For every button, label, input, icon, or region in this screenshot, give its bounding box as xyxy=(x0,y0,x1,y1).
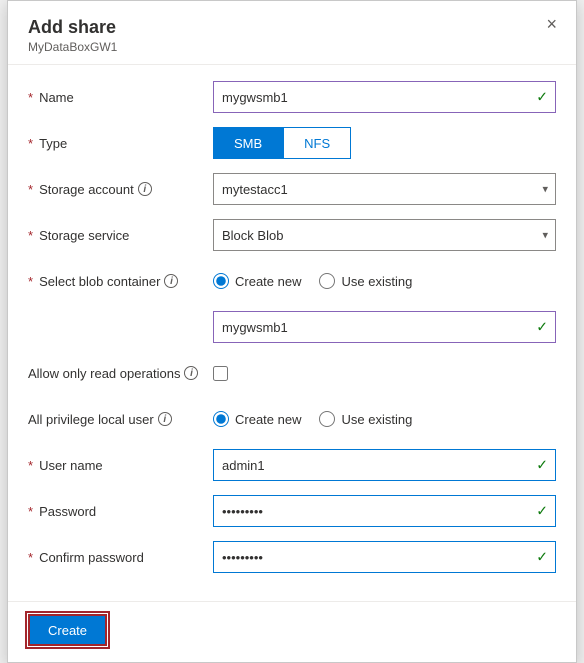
storage-account-select[interactable]: mytestacc1 xyxy=(213,173,556,205)
type-nfs-button[interactable]: NFS xyxy=(283,127,351,159)
storage-account-control: mytestacc1 ▾ xyxy=(213,173,556,205)
blob-required-star: * xyxy=(28,274,33,289)
storage-account-info-icon: i xyxy=(138,182,152,196)
username-input-wrapper: ✓ xyxy=(213,449,556,481)
privilege-create-new-radio[interactable] xyxy=(213,411,229,427)
type-toggle: SMB NFS xyxy=(213,127,556,159)
privilege-use-existing-label: Use existing xyxy=(341,412,412,427)
confirm-password-input-wrapper: ✓ xyxy=(213,541,556,573)
privilege-control: Create new Use existing xyxy=(213,411,556,427)
storage-account-required-star: * xyxy=(28,182,33,197)
privilege-row: All privilege local user i Create new Us… xyxy=(28,403,556,435)
password-input-wrapper: ✓ xyxy=(213,495,556,527)
privilege-use-existing-option[interactable]: Use existing xyxy=(319,411,412,427)
storage-service-select-wrapper: Block Blob Page Blob Azure Files ▾ xyxy=(213,219,556,251)
dialog-footer: Create xyxy=(8,601,576,662)
name-check-icon: ✓ xyxy=(536,89,548,106)
blob-container-input[interactable] xyxy=(213,311,556,343)
storage-service-row: * Storage service Block Blob Page Blob A… xyxy=(28,219,556,251)
dialog-header: Add share MyDataBoxGW1 × xyxy=(8,1,576,65)
type-smb-button[interactable]: SMB xyxy=(213,127,283,159)
blob-container-label: * Select blob container i xyxy=(28,274,213,289)
confirm-password-check-icon: ✓ xyxy=(536,549,548,566)
name-control: ✓ xyxy=(213,81,556,113)
blob-container-control: Create new Use existing xyxy=(213,273,556,289)
username-check-icon: ✓ xyxy=(536,457,548,474)
storage-account-select-wrapper: mytestacc1 ▾ xyxy=(213,173,556,205)
type-control: SMB NFS xyxy=(213,127,556,159)
confirm-password-input[interactable] xyxy=(213,541,556,573)
blob-use-existing-radio[interactable] xyxy=(319,273,335,289)
storage-account-row: * Storage account i mytestacc1 ▾ xyxy=(28,173,556,205)
storage-service-label: * Storage service xyxy=(28,228,213,243)
read-ops-control xyxy=(213,366,556,381)
privilege-label: All privilege local user i xyxy=(28,412,213,427)
username-label: * User name xyxy=(28,458,213,473)
name-required-star: * xyxy=(28,90,33,105)
read-ops-label: Allow only read operations i xyxy=(28,366,213,381)
close-button[interactable]: × xyxy=(541,13,562,35)
blob-container-row: * Select blob container i Create new Use… xyxy=(28,265,556,297)
password-row: * Password ✓ xyxy=(28,495,556,527)
add-share-dialog: Add share MyDataBoxGW1 × * Name ✓ * Type xyxy=(7,0,577,663)
password-input[interactable] xyxy=(213,495,556,527)
blob-info-icon: i xyxy=(164,274,178,288)
password-required-star: * xyxy=(28,504,33,519)
username-required-star: * xyxy=(28,458,33,473)
name-label: * Name xyxy=(28,90,213,105)
name-input[interactable] xyxy=(213,81,556,113)
type-row: * Type SMB NFS xyxy=(28,127,556,159)
name-input-wrapper: ✓ xyxy=(213,81,556,113)
privilege-use-existing-radio[interactable] xyxy=(319,411,335,427)
privilege-create-new-option[interactable]: Create new xyxy=(213,411,301,427)
blob-check-icon: ✓ xyxy=(536,319,548,336)
type-label: * Type xyxy=(28,136,213,151)
create-button[interactable]: Create xyxy=(28,614,107,646)
blob-create-new-label: Create new xyxy=(235,274,301,289)
read-ops-checkbox[interactable] xyxy=(213,366,228,381)
storage-service-required-star: * xyxy=(28,228,33,243)
password-label: * Password xyxy=(28,504,213,519)
confirm-password-required-star: * xyxy=(28,550,33,565)
storage-service-select[interactable]: Block Blob Page Blob Azure Files xyxy=(213,219,556,251)
read-ops-row: Allow only read operations i xyxy=(28,357,556,389)
name-row: * Name ✓ xyxy=(28,81,556,113)
blob-create-new-option[interactable]: Create new xyxy=(213,273,301,289)
blob-radio-group: Create new Use existing xyxy=(213,273,556,289)
username-input[interactable] xyxy=(213,449,556,481)
password-control: ✓ xyxy=(213,495,556,527)
confirm-password-row: * Confirm password ✓ xyxy=(28,541,556,573)
blob-value-row: ✓ xyxy=(28,311,556,343)
type-required-star: * xyxy=(28,136,33,151)
blob-create-new-radio[interactable] xyxy=(213,273,229,289)
dialog-title: Add share xyxy=(28,17,556,38)
username-row: * User name ✓ xyxy=(28,449,556,481)
confirm-password-label: * Confirm password xyxy=(28,550,213,565)
blob-use-existing-option[interactable]: Use existing xyxy=(319,273,412,289)
blob-value-input-wrapper: ✓ xyxy=(213,311,556,343)
dialog-body: * Name ✓ * Type SMB NFS xyxy=(8,65,576,597)
privilege-create-new-label: Create new xyxy=(235,412,301,427)
privilege-radio-group: Create new Use existing xyxy=(213,411,556,427)
dialog-subtitle: MyDataBoxGW1 xyxy=(28,40,556,54)
confirm-password-control: ✓ xyxy=(213,541,556,573)
blob-value-control: ✓ xyxy=(213,311,556,343)
privilege-info-icon: i xyxy=(158,412,172,426)
read-ops-info-icon: i xyxy=(184,366,198,380)
storage-account-label: * Storage account i xyxy=(28,182,213,197)
password-check-icon: ✓ xyxy=(536,503,548,520)
blob-use-existing-label: Use existing xyxy=(341,274,412,289)
storage-service-control: Block Blob Page Blob Azure Files ▾ xyxy=(213,219,556,251)
username-control: ✓ xyxy=(213,449,556,481)
